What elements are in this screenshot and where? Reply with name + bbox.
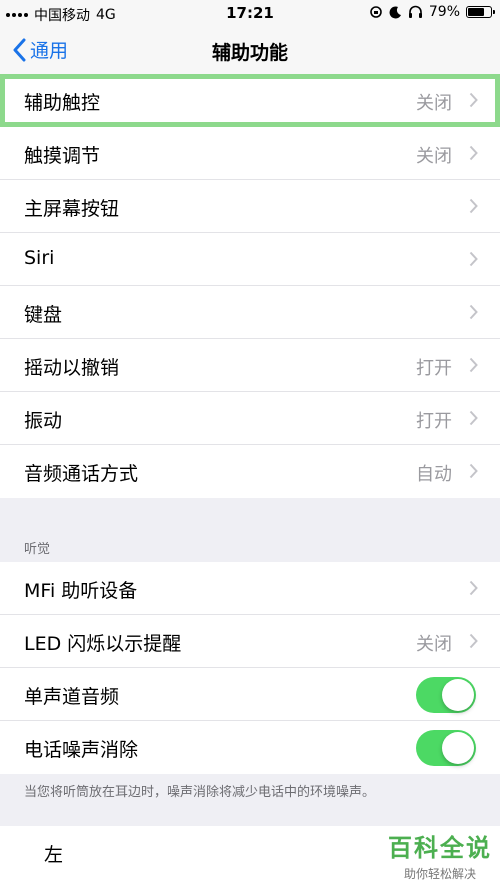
chevron-right-icon [469,357,478,373]
row-led-flash-alerts[interactable]: LED 闪烁以示提醒 关闭 [0,615,500,668]
row-label: 单声道音频 [24,686,120,708]
row-vibration[interactable]: 振动 打开 [0,392,500,445]
row-label: 振动 [24,410,63,432]
lock-rotation-icon [370,6,382,18]
status-right: 79% [369,4,495,20]
row-label: 主屏幕按钮 [24,198,120,220]
row-call-audio-routing[interactable]: 音频通话方式 自动 [0,445,500,498]
section-header-hearing: 听觉 [24,542,51,557]
row-value: 打开 [416,411,452,432]
navigation-bar: 通用 辅助功能 [0,28,500,75]
row-label: 电话噪声消除 [24,739,139,761]
mono-audio-toggle[interactable] [416,677,476,713]
row-label: 辅助触控 [24,92,101,114]
row-value: 自动 [416,464,452,485]
row-label: MFi 助听设备 [24,580,138,602]
row-mono-audio: 单声道音频 [0,668,500,721]
row-home-button[interactable]: 主屏幕按钮 [0,180,500,233]
row-mfi-hearing-devices[interactable]: MFi 助听设备 [0,562,500,615]
status-bar: 中国移动 4G 17:21 79% [0,0,500,28]
row-label: 音频通话方式 [24,463,139,485]
chevron-right-icon [469,463,478,479]
battery-fill [468,8,484,16]
chevron-right-icon [469,410,478,426]
row-shake-to-undo[interactable]: 摇动以撤销 打开 [0,339,500,392]
settings-group-hearing: MFi 助听设备 LED 闪烁以示提醒 关闭 单声道音频 电话噪声消除 [0,562,500,774]
row-value: 关闭 [416,146,452,167]
chevron-right-icon [469,251,478,267]
toggle-knob [442,732,474,764]
chevron-right-icon [469,198,478,214]
moon-icon [389,5,401,18]
row-label: LED 闪烁以示提醒 [24,633,182,655]
chevron-right-icon [469,304,478,320]
toggle-knob [442,679,474,711]
watermark-logo: 百科全说 助你轻松解决 [388,828,492,882]
row-label: 键盘 [24,304,63,326]
balance-left-label: 左 [44,844,64,866]
row-value: 关闭 [416,93,452,114]
chevron-right-icon [469,580,478,596]
row-touch-accommodations[interactable]: 触摸调节 关闭 [0,127,500,180]
noise-cancellation-footnote: 当您将听筒放在耳边时，噪声消除将减少电话中的环境噪声。 [24,785,376,800]
watermark-title: 百科全说 [388,834,492,862]
row-label: 摇动以撤销 [24,357,120,379]
row-phone-noise-cancellation: 电话噪声消除 [0,721,500,774]
noise-cancellation-toggle[interactable] [416,730,476,766]
page-title: 辅助功能 [211,42,288,64]
chevron-right-icon [469,633,478,649]
battery-icon [466,6,495,18]
row-value: 打开 [416,358,452,379]
row-label: Siri [24,247,55,269]
settings-group-interaction: 辅助触控 关闭 触摸调节 关闭 主屏幕按钮 Siri 键盘 摇动以撤销 打开 振… [0,74,500,498]
row-assistive-touch[interactable]: 辅助触控 关闭 [0,74,500,127]
row-keyboard[interactable]: 键盘 [0,286,500,339]
row-value: 关闭 [416,634,452,655]
headphones-icon [408,5,422,18]
row-label: 触摸调节 [24,145,101,167]
row-siri[interactable]: Siri [0,233,500,286]
battery-percent: 79% [428,4,460,20]
chevron-right-icon [469,145,478,161]
watermark-subtitle: 助你轻松解决 [403,867,476,881]
chevron-right-icon [469,92,478,108]
